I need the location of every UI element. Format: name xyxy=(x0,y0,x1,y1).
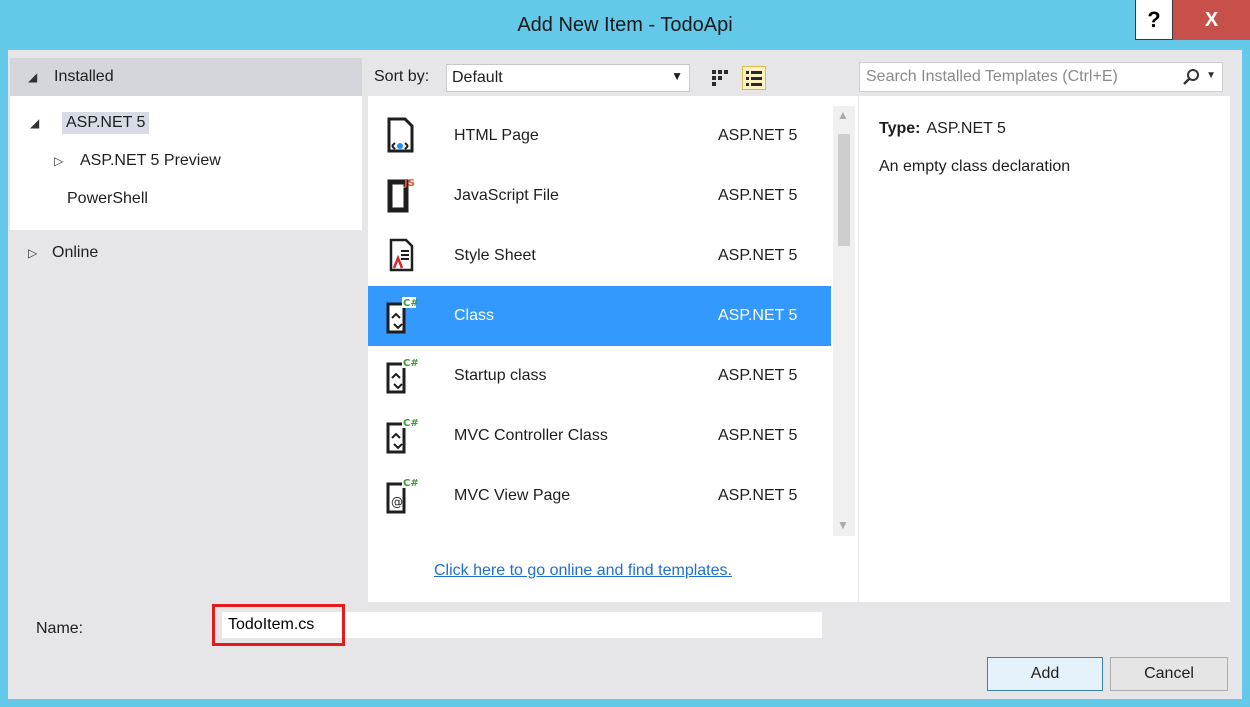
tree-node-online[interactable]: ▷ Online xyxy=(28,238,98,268)
installed-subtree: ◢ ASP.NET 5 ▷ ASP.NET 5 Preview PowerShe… xyxy=(10,96,362,230)
search-placeholder: Search Installed Templates (Ctrl+E) xyxy=(866,68,1118,85)
template-name: HTML Page xyxy=(454,127,539,144)
template-tree: ◢ Installed ◢ ASP.NET 5 ▷ ASP.NET 5 Prev… xyxy=(10,58,362,601)
template-item-startup-class[interactable]: C# Startup class ASP.NET 5 xyxy=(368,346,831,406)
template-name: Startup class xyxy=(454,367,547,384)
template-name: Class xyxy=(454,307,495,324)
tree-node-aspnet5[interactable]: ◢ ASP.NET 5 xyxy=(30,108,150,138)
sort-by-dropdown[interactable]: Default ▼ xyxy=(446,64,690,92)
sort-by-label: Sort by: xyxy=(374,68,430,85)
scroll-down-arrow-icon[interactable]: ▼ xyxy=(837,518,849,532)
template-category: ASP.NET 5 xyxy=(718,487,798,504)
search-icon[interactable] xyxy=(1182,67,1202,87)
online-templates-link[interactable]: Click here to go online and find templat… xyxy=(434,562,732,580)
svg-text:C#: C# xyxy=(403,298,418,309)
type-value: ASP.NET 5 xyxy=(926,120,1006,137)
cancel-button[interactable]: Cancel xyxy=(1110,657,1228,691)
template-item-class[interactable]: C# Class ASP.NET 5 xyxy=(368,286,831,346)
tree-node-powershell[interactable]: PowerShell xyxy=(67,184,148,214)
tree-node-online-label: Online xyxy=(52,244,99,261)
tree-node-aspnet5-label: ASP.NET 5 xyxy=(62,112,150,134)
tree-node-powershell-label: PowerShell xyxy=(67,190,148,207)
add-new-item-dialog: Add New Item - TodoApi ? X ◢ Installed ◢… xyxy=(0,0,1250,707)
javascript-file-icon: JS xyxy=(387,178,415,213)
template-list-scrollbar[interactable]: ▲ ▼ xyxy=(833,106,855,536)
svg-text:JS: JS xyxy=(403,178,415,189)
template-name: MVC Controller Class xyxy=(454,427,608,444)
close-button[interactable]: X xyxy=(1173,0,1250,40)
installed-label: Installed xyxy=(54,68,114,85)
add-button[interactable]: Add xyxy=(987,657,1103,691)
scroll-up-arrow-icon[interactable]: ▲ xyxy=(837,108,849,122)
sort-toolbar: Sort by: Default ▼ xyxy=(368,58,858,96)
csharp-class-icon: C# xyxy=(386,357,418,394)
template-item-mvc-view-page[interactable]: C# @ MVC View Page ASP.NET 5 xyxy=(368,466,831,526)
dialog-title: Add New Item - TodoApi xyxy=(517,14,733,36)
template-category: ASP.NET 5 xyxy=(718,427,798,444)
template-name: Style Sheet xyxy=(454,247,536,264)
template-list: HTML Page ASP.NET 5 JS JavaScript File A… xyxy=(368,96,858,602)
csharp-class-icon: C# xyxy=(386,297,418,334)
template-name: JavaScript File xyxy=(454,187,559,204)
name-label: Name: xyxy=(36,620,84,637)
expand-triangle-icon[interactable]: ▷ xyxy=(28,246,42,260)
title-bar[interactable]: Add New Item - TodoApi ? X xyxy=(0,0,1250,50)
template-item-mvc-controller-class[interactable]: C# MVC Controller Class ASP.NET 5 xyxy=(368,406,831,466)
details-view-icon[interactable] xyxy=(742,66,766,90)
csharp-class-icon: C# xyxy=(386,417,418,454)
template-category: ASP.NET 5 xyxy=(718,307,798,324)
template-category: ASP.NET 5 xyxy=(718,247,798,264)
tree-node-installed[interactable]: ◢ Installed xyxy=(10,58,362,96)
template-category: ASP.NET 5 xyxy=(718,367,798,384)
dropdown-arrow-icon: ▼ xyxy=(671,69,683,83)
template-type: Type: ASP.NET 5 xyxy=(879,120,1006,138)
scroll-thumb[interactable] xyxy=(838,134,850,246)
svg-text:C#: C# xyxy=(403,478,418,489)
svg-text:C#: C# xyxy=(403,358,418,369)
small-icons-view-icon[interactable] xyxy=(708,66,732,90)
name-highlight-box xyxy=(212,604,345,646)
svg-text:C#: C# xyxy=(403,418,418,429)
razor-view-icon: C# @ xyxy=(386,477,418,514)
template-category: ASP.NET 5 xyxy=(718,187,798,204)
template-description: An empty class declaration xyxy=(879,158,1071,175)
search-templates-input[interactable]: Search Installed Templates (Ctrl+E) ▼ xyxy=(859,62,1223,92)
sort-by-value: Default xyxy=(452,69,503,86)
search-options-dropdown-icon[interactable]: ▼ xyxy=(1206,70,1216,81)
expand-triangle-icon[interactable]: ▷ xyxy=(54,154,68,168)
html-page-icon xyxy=(387,117,414,153)
type-label: Type: xyxy=(879,120,921,137)
template-category: ASP.NET 5 xyxy=(718,127,798,144)
tree-node-aspnet5-preview-label: ASP.NET 5 Preview xyxy=(80,152,221,169)
svg-text:@: @ xyxy=(391,495,403,509)
collapse-triangle-icon[interactable]: ◢ xyxy=(28,70,42,84)
collapse-triangle-icon[interactable]: ◢ xyxy=(30,116,44,130)
template-name: MVC View Page xyxy=(454,487,571,504)
style-sheet-icon xyxy=(389,238,414,272)
tree-node-aspnet5-preview[interactable]: ▷ ASP.NET 5 Preview xyxy=(54,146,221,176)
template-item-style-sheet[interactable]: Style Sheet ASP.NET 5 xyxy=(368,226,831,286)
template-details-pane: Type: ASP.NET 5 An empty class declaratio… xyxy=(859,96,1230,602)
template-item-html-page[interactable]: HTML Page ASP.NET 5 xyxy=(368,106,831,166)
template-item-javascript-file[interactable]: JS JavaScript File ASP.NET 5 xyxy=(368,166,831,226)
help-button[interactable]: ? xyxy=(1135,0,1173,40)
